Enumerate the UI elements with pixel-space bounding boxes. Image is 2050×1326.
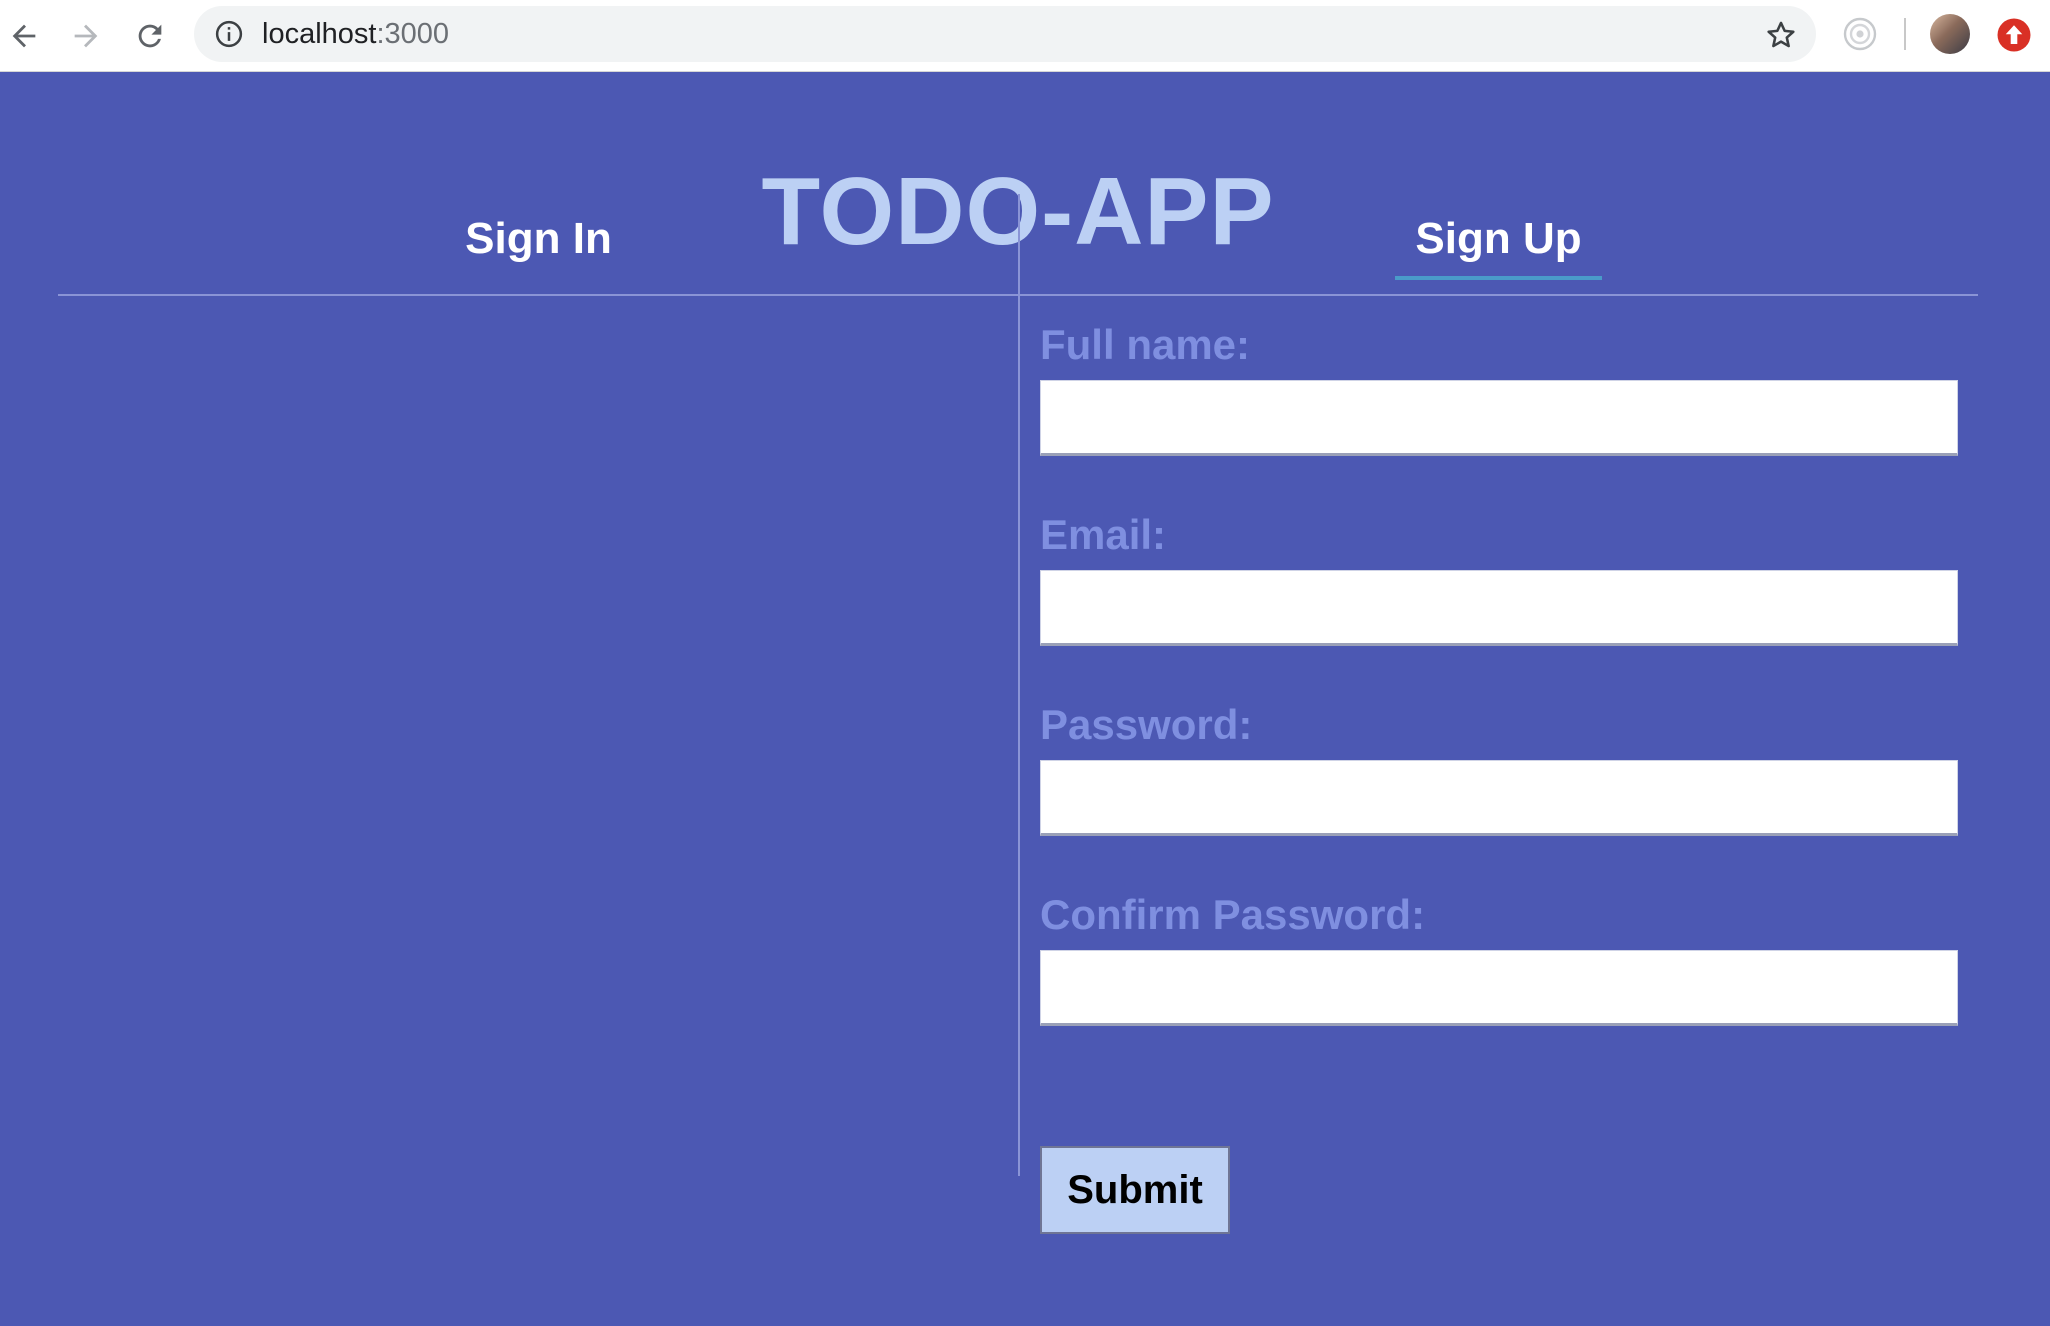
info-icon[interactable] bbox=[214, 19, 244, 49]
confirm-password-input[interactable] bbox=[1040, 950, 1958, 1026]
full-name-input[interactable] bbox=[1040, 380, 1958, 456]
forward-button[interactable] bbox=[64, 14, 108, 58]
address-bar[interactable]: localhost:3000 bbox=[194, 6, 1816, 62]
email-label: Email: bbox=[1040, 511, 1167, 558]
reload-icon bbox=[138, 24, 162, 48]
email-input[interactable] bbox=[1040, 570, 1958, 646]
back-button[interactable] bbox=[2, 14, 46, 58]
avatar[interactable] bbox=[1930, 14, 1970, 54]
tab-sign-in-label: Sign In bbox=[465, 214, 612, 263]
tab-sign-up-label: Sign Up bbox=[1395, 214, 1602, 280]
update-icon[interactable] bbox=[1996, 17, 2032, 53]
full-name-label: Full name: bbox=[1040, 321, 1251, 368]
extension-icon[interactable] bbox=[1842, 16, 1878, 52]
url-text[interactable]: localhost:3000 bbox=[262, 6, 449, 62]
url-port: :3000 bbox=[376, 18, 450, 50]
url-host: localhost bbox=[262, 18, 377, 50]
toolbar-divider bbox=[1904, 18, 1906, 50]
star-icon[interactable] bbox=[1764, 18, 1798, 52]
browser-toolbar: localhost:3000 bbox=[0, 0, 2050, 72]
column-divider bbox=[1018, 194, 1020, 1176]
password-label: Password: bbox=[1040, 701, 1253, 748]
tab-sign-in[interactable]: Sign In bbox=[58, 194, 1019, 294]
forward-icon bbox=[74, 24, 98, 48]
back-icon bbox=[12, 24, 36, 48]
reload-button[interactable] bbox=[128, 14, 172, 58]
confirm-password-label: Confirm Password: bbox=[1040, 891, 1426, 938]
password-input[interactable] bbox=[1040, 760, 1958, 836]
tab-sign-up[interactable]: Sign Up bbox=[1019, 194, 1978, 294]
submit-button[interactable]: Submit bbox=[1040, 1146, 1230, 1234]
